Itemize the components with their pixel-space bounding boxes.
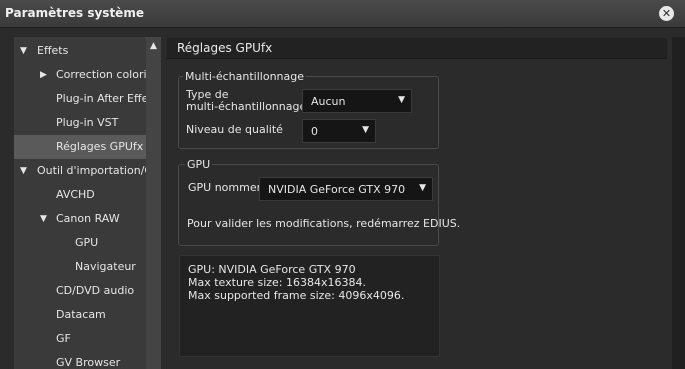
gpu-info-line: GPU: NVIDIA GeForce GTX 970	[188, 263, 356, 276]
tree-item-correction-colorimetrique[interactable]: ▶ Correction colorimétrique	[14, 63, 146, 87]
tree-item-label: GPU	[75, 236, 99, 249]
max-texture-size-line: Max texture size: 16384x16384.	[188, 276, 366, 289]
gpu-name-dropdown[interactable]: NVIDIA GeForce GTX 970 ▼	[259, 177, 433, 201]
panel-header: Réglages GPUfx	[167, 38, 667, 59]
tree-item-label: Effets	[37, 44, 69, 57]
title-bar: Paramètres système ✕	[0, 0, 685, 28]
tree-item-label: Correction colorimétrique	[56, 68, 146, 81]
tree-item-avchd[interactable]: AVCHD	[14, 183, 146, 207]
window-title: Paramètres système	[5, 6, 144, 20]
panel-title: Réglages GPUfx	[177, 41, 273, 55]
chevron-down-icon: ▼	[419, 183, 426, 193]
tree-item-gf[interactable]: GF	[14, 327, 146, 351]
chevron-down-icon: ▼	[398, 95, 405, 105]
tree-scrollbar[interactable]: ▲	[146, 37, 161, 369]
gpu-group-label: GPU	[185, 158, 213, 171]
quality-level-value: 0	[311, 125, 318, 138]
multisampling-type-label-line2: multi-échantillonnage	[186, 100, 307, 113]
tree-item-canon-raw[interactable]: ▼ Canon RAW	[14, 207, 146, 231]
gpu-name-value: NVIDIA GeForce GTX 970	[268, 183, 406, 196]
tree-item-gpu[interactable]: GPU	[14, 231, 146, 255]
tree-item-navigateur[interactable]: Navigateur	[14, 255, 146, 279]
tree-item-label: Canon RAW	[56, 212, 120, 225]
multisampling-group-label: Multi-échantillonnage	[183, 70, 307, 83]
settings-tree: ▼ Effets ▶ Correction colorimétrique Plu…	[14, 37, 161, 369]
tree-item-label: GF	[56, 332, 71, 345]
close-button[interactable]: ✕	[659, 6, 674, 21]
tree-item-gv-browser[interactable]: GV Browser	[14, 351, 146, 369]
multisampling-type-value: Aucun	[311, 95, 346, 108]
tree-item-label: Réglages GPUfx	[56, 140, 144, 153]
tree-item-effets[interactable]: ▼ Effets	[14, 39, 146, 63]
collapsed-arrow-icon[interactable]: ▶	[40, 63, 47, 87]
quality-level-label: Niveau de qualité	[186, 123, 283, 136]
tree-item-plugin-vst[interactable]: Plug-in VST	[14, 111, 146, 135]
multisampling-type-dropdown[interactable]: Aucun ▼	[302, 89, 412, 113]
tree-item-cd-dvd-audio[interactable]: CD/DVD audio	[14, 279, 146, 303]
tree-item-reglages-gpufx[interactable]: Réglages GPUfx	[14, 135, 146, 159]
expand-arrow-icon[interactable]: ▼	[20, 39, 27, 63]
chevron-down-icon: ▼	[362, 125, 369, 135]
gpu-info-box: GPU: NVIDIA GeForce GTX 970 Max texture …	[179, 255, 440, 357]
tree-item-label: Datacam	[56, 308, 106, 321]
tree-item-label: Outil d'importation/Outil d'exportation	[37, 164, 146, 177]
tree-item-label: CD/DVD audio	[56, 284, 135, 297]
tree-item-label: Navigateur	[75, 260, 136, 273]
gpu-name-label: GPU nomment	[188, 181, 268, 194]
expand-arrow-icon[interactable]: ▼	[20, 159, 27, 183]
quality-level-dropdown[interactable]: 0 ▼	[302, 119, 376, 143]
tree-item-label: Plug-in VST	[56, 116, 119, 129]
tree-item-plugin-after-effects[interactable]: Plug-in After Effects	[14, 87, 146, 111]
close-icon: ✕	[661, 7, 672, 20]
tree-item-label: Plug-in After Effects	[56, 92, 146, 105]
tree-item-outil-importation[interactable]: ▼ Outil d'importation/Outil d'exportatio…	[14, 159, 146, 183]
tree-item-datacam[interactable]: Datacam	[14, 303, 146, 327]
right-edge-strip	[672, 37, 685, 369]
tree-item-label: AVCHD	[56, 188, 95, 201]
expand-arrow-icon[interactable]: ▼	[40, 207, 47, 231]
restart-notice: Pour valider les modifications, redémarr…	[187, 217, 461, 230]
scroll-up-icon[interactable]: ▲	[146, 37, 161, 55]
max-frame-size-line: Max supported frame size: 4096x4096.	[188, 289, 405, 302]
tree-item-label: GV Browser	[56, 356, 121, 369]
